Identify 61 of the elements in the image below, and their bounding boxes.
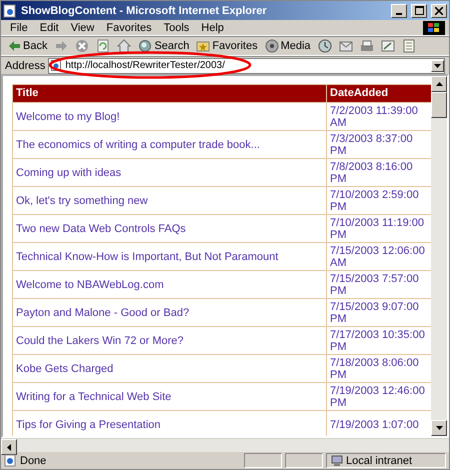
left-arrow-icon[interactable]	[7, 444, 11, 450]
media-button[interactable]: Media	[262, 39, 313, 53]
search-button[interactable]: Search	[136, 39, 192, 53]
search-icon	[138, 39, 152, 53]
post-title-link[interactable]: Payton and Malone - Good or Bad?	[12, 298, 326, 326]
maximize-button[interactable]	[411, 4, 427, 18]
back-button[interactable]: Back	[5, 39, 50, 53]
status-text: Done	[20, 454, 48, 466]
mail-icon	[338, 39, 353, 53]
page-icon	[4, 454, 17, 467]
menu-item[interactable]: File	[5, 22, 33, 34]
menu-item[interactable]: Tools	[158, 22, 194, 34]
post-title-link[interactable]: Could the Lakers Win 72 or More?	[12, 326, 326, 354]
minimize-icon	[396, 12, 402, 14]
post-title-link[interactable]: The economics of writing a computer trade book...	[12, 130, 326, 158]
forward-icon	[54, 39, 68, 53]
column-header: Title	[12, 84, 326, 102]
post-title-link[interactable]: Ok, let's try something new	[12, 186, 326, 214]
home-button[interactable]	[115, 39, 134, 53]
favorites-button[interactable]: Favorites	[194, 39, 260, 53]
menu-item[interactable]: View	[66, 22, 100, 34]
page-icon	[3, 4, 17, 18]
close-icon	[435, 6, 443, 14]
post-title-link[interactable]: Coming up with ideas	[12, 158, 326, 186]
edit-icon	[380, 39, 395, 53]
history-icon	[318, 39, 332, 53]
post-title-link[interactable]: Technical Know-How is Important, But Not Paramount	[12, 242, 326, 270]
post-title-link[interactable]: Two new Data Web Controls FAQs	[12, 214, 326, 242]
back-icon	[7, 39, 21, 53]
menu-item[interactable]: Favorites	[101, 22, 157, 34]
post-title-link[interactable]: Kobe Gets Charged	[12, 354, 326, 382]
menu-item[interactable]: Help	[196, 22, 229, 34]
print-icon	[360, 39, 374, 53]
computer-icon	[331, 455, 343, 466]
minimize-button[interactable]	[391, 4, 407, 18]
maximize-icon	[414, 6, 424, 15]
horizontal-scrollbar[interactable]	[1, 438, 449, 452]
vertical-scrollbar[interactable]	[431, 76, 447, 436]
dropdown-button[interactable]	[431, 60, 444, 72]
caret-icon	[434, 64, 441, 68]
column-header: DateAdded	[326, 84, 431, 102]
post-title-link[interactable]: Welcome to my Blog!	[12, 102, 326, 130]
edit-button[interactable]	[378, 39, 397, 53]
post-title-link[interactable]: Writing for a Technical Web Site	[12, 382, 326, 410]
favorites-icon	[196, 39, 210, 53]
close-button[interactable]	[431, 4, 447, 18]
down-arrow-icon[interactable]	[436, 426, 442, 430]
history-button[interactable]	[316, 39, 334, 53]
up-arrow-icon[interactable]	[436, 82, 442, 86]
stop-icon	[75, 39, 90, 53]
home-icon	[117, 39, 132, 53]
refresh-icon	[96, 39, 110, 53]
zone-text: Local intranet	[346, 454, 412, 466]
address-label: Address	[5, 60, 46, 72]
window-title: ShowBlogContent - Microsoft Internet Explorer	[21, 4, 268, 16]
address-field[interactable]: http://localhost/RewriterTester/2003/	[48, 58, 445, 74]
post-title-link[interactable]: Welcome to NBAWebLog.com	[12, 270, 326, 298]
menu-item[interactable]: Edit	[34, 22, 64, 34]
windows-logo	[423, 20, 445, 34]
scroll-thumb[interactable]	[431, 92, 447, 118]
media-icon	[264, 39, 279, 53]
